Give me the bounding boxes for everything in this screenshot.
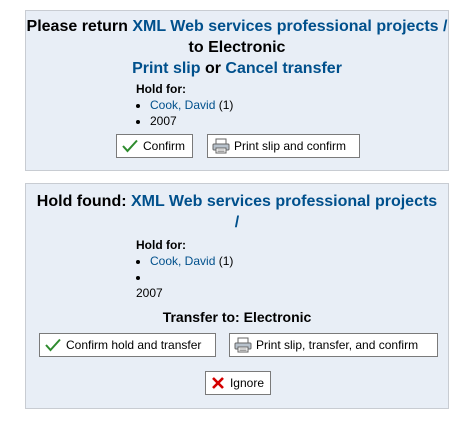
transfer-to-label: Transfer to: Electronic: [162, 309, 312, 325]
hold-title-link-slash[interactable]: /: [235, 214, 239, 231]
year-text: 2007: [150, 114, 177, 128]
confirm-button[interactable]: Confirm: [116, 134, 193, 158]
hold-heading: Hold found: XML Web services professiona…: [26, 191, 448, 233]
confirm-label: Confirm: [143, 139, 186, 153]
check-icon: [121, 137, 139, 155]
patron-link[interactable]: Cook, David: [150, 254, 215, 268]
x-icon: [210, 374, 226, 392]
return-heading: Please return XML Web services professio…: [26, 16, 448, 79]
return-heading-prefix: Please return: [26, 18, 128, 35]
confirm-transfer-label: Confirm hold and transfer: [66, 338, 202, 352]
ignore-label: Ignore: [229, 376, 264, 390]
return-panel: Please return XML Web services professio…: [25, 10, 449, 171]
year-text: 2007: [136, 286, 163, 300]
return-hold-block: Hold for: Cook, David (1) 2007: [136, 81, 233, 129]
patron-count: (1): [218, 98, 234, 112]
return-heading-to: to Electronic: [188, 39, 286, 56]
hold-list: Cook, David (1): [136, 253, 233, 285]
patron-link[interactable]: Cook, David: [150, 98, 215, 112]
hold-found-panel: Hold found: XML Web services professiona…: [25, 183, 449, 409]
patron-count: (1): [218, 254, 234, 268]
printer-icon: [234, 336, 252, 354]
confirm-hold-transfer-button[interactable]: Confirm hold and transfer: [39, 333, 216, 357]
printer-icon: [212, 137, 230, 155]
hold-title-link[interactable]: XML Web services professional projects: [131, 193, 437, 210]
print-slip-confirm-button[interactable]: Print slip and confirm: [207, 134, 360, 158]
hold-heading-prefix: Hold found:: [36, 193, 127, 210]
list-item: [150, 269, 233, 285]
or-text: or: [204, 60, 221, 77]
hold-for-label: Hold for:: [136, 82, 186, 96]
list-item: Cook, David (1): [150, 253, 233, 269]
print-slip-link[interactable]: Print slip: [132, 60, 200, 77]
print-slip-transfer-confirm-button[interactable]: Print slip, transfer, and confirm: [229, 333, 438, 357]
check-icon: [44, 336, 62, 354]
ignore-button[interactable]: Ignore: [205, 371, 271, 395]
hold-found-hold-block: Hold for: Cook, David (1) 2007: [136, 237, 233, 301]
hold-for-label: Hold for:: [136, 238, 186, 252]
cancel-transfer-link[interactable]: Cancel transfer: [225, 60, 342, 77]
list-item: 2007: [150, 113, 233, 129]
list-item: Cook, David (1): [150, 97, 233, 113]
print-confirm-label: Print slip and confirm: [234, 139, 347, 153]
hold-list: Cook, David (1) 2007: [136, 97, 233, 129]
print-transfer-label: Print slip, transfer, and confirm: [256, 338, 419, 352]
return-title-link[interactable]: XML Web services professional projects /: [132, 18, 447, 35]
